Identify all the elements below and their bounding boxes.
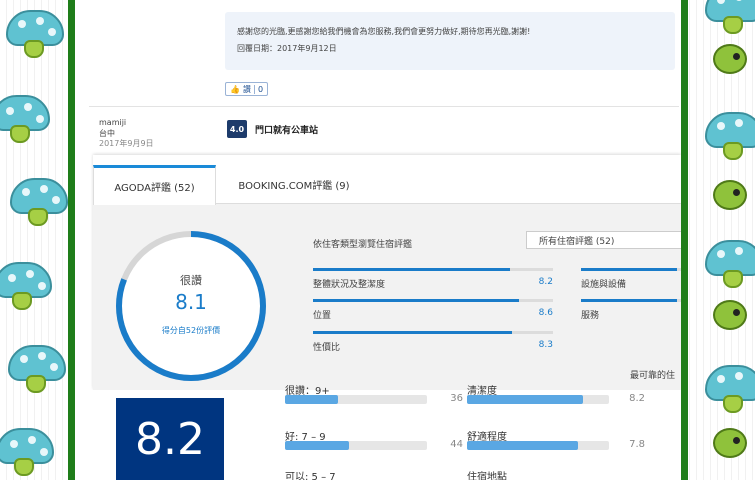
category-rating-label: 住宿地點 <box>467 472 507 480</box>
reviewer-name: mamiji <box>99 118 127 127</box>
distribution-label: 可以: 5 – 7 <box>285 472 336 480</box>
category-name: 整體狀況及整潔度 <box>313 280 386 290</box>
review-score-badge: 4.0 <box>227 120 247 138</box>
category-name: 服務 <box>581 311 600 321</box>
category-value: 8.2 <box>538 277 553 287</box>
left-wallpaper <box>0 0 70 480</box>
category-value: 8.6 <box>538 308 553 318</box>
content-frame: 感謝您的光臨,更感謝您給我們機會為您服務,我們會更努力做好,期待您再光臨,謝謝!… <box>68 0 688 480</box>
tab-booking-reviews[interactable]: BOOKING.COM評鑑 (9) <box>219 165 369 204</box>
booking-score-breakdown: 8.2 很讚：9+ 36 好: 7 – 9 44 可以: 5 – 7 清潔度 8… <box>75 386 681 480</box>
score-rating-word: 很讚 <box>180 274 202 287</box>
like-count: 0 <box>257 84 264 94</box>
category-name: 性價比 <box>313 343 341 353</box>
review-title: 門口就有公車站 <box>255 126 319 136</box>
traveler-type-select[interactable]: 所有住宿評鑑 (52) <box>526 231 681 249</box>
distribution-count: 36 <box>450 393 463 404</box>
category-name: 設施與設備 <box>581 280 627 290</box>
category-rating-value: 8.2 <box>629 393 645 404</box>
reply-text: 感謝您的光臨,更感謝您給我們機會為您服務,我們會更努力做好,期待您再光臨,謝謝! <box>237 27 531 36</box>
distribution-count: 44 <box>450 439 463 450</box>
reliable-note: 最可靠的住 <box>630 371 676 381</box>
overall-score-ring: 很讚 8.1 得分自52份評價 <box>113 228 269 384</box>
hotel-reply: 感謝您的光臨,更感謝您給我們機會為您服務,我們會更努力做好,期待您再光臨,謝謝!… <box>225 12 675 70</box>
tab-agoda-reviews[interactable]: AGODA評鑑 (52) <box>93 165 216 205</box>
divider <box>89 106 679 107</box>
filter-label: 依住客類型瀏覽住宿評鑑 <box>313 240 413 250</box>
like-button[interactable]: 👍 讚 0 <box>225 82 269 96</box>
reply-date: 回覆日期：2017年9月12日 <box>237 44 337 53</box>
category-name: 位置 <box>313 311 332 321</box>
review-item: 感謝您的光臨,更感謝您給我們機會為您服務,我們會更努力做好,期待您再光臨,謝謝!… <box>75 0 681 160</box>
overall-score: 8.1 <box>175 290 207 314</box>
score-basis: 得分自52份評價 <box>161 326 221 335</box>
review-tabs: AGODA評鑑 (52) BOOKING.COM評鑑 (9) <box>93 155 681 205</box>
booking-overall-score: 8.2 <box>116 398 224 480</box>
review-summary-panel: AGODA評鑑 (52) BOOKING.COM評鑑 (9) 很讚 8.1 得分… <box>93 155 681 390</box>
category-rating-value: 7.8 <box>629 439 645 450</box>
review-date: 2017年9月9日 <box>99 139 154 148</box>
thumbs-up-icon: 👍 <box>230 84 240 94</box>
category-value: 8.3 <box>538 340 553 350</box>
like-label: 讚 <box>242 84 251 94</box>
right-wallpaper <box>683 0 755 480</box>
